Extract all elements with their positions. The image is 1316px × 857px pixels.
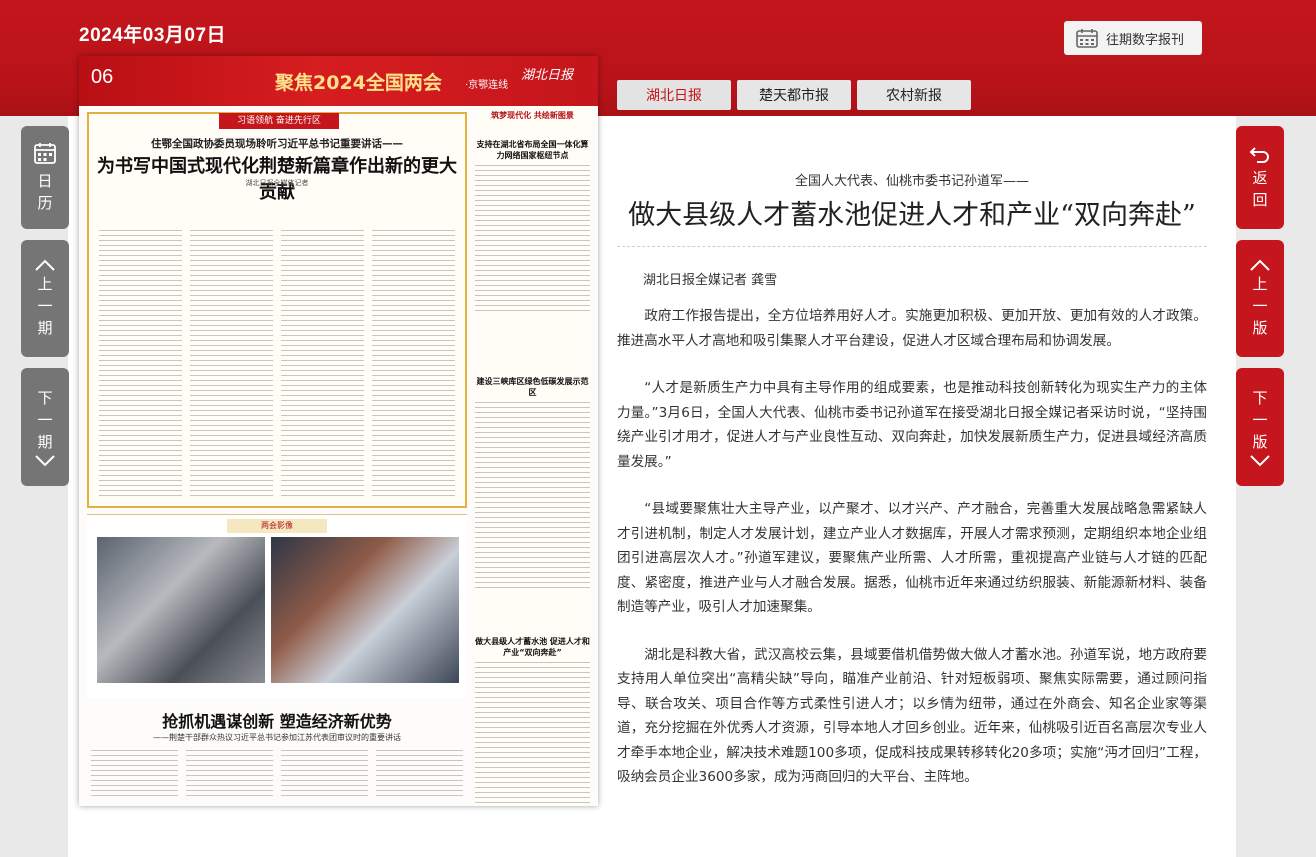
right-story[interactable]: 建设三峡库区绿色低碳发展示范区 (475, 376, 590, 592)
back-label: 返回 (1252, 168, 1268, 209)
right-story-current[interactable]: 做大县级人才蓄水池 促进人才和产业“双向奔赴” (475, 636, 590, 806)
issue-date: 2024年03月07日 (79, 25, 227, 46)
chevron-down-icon (35, 455, 55, 467)
text-column (281, 750, 368, 800)
second-story-columns (87, 750, 467, 800)
calendar-label: 日历 (37, 171, 53, 212)
article-paragraph: 湖北是科教大省，武汉高校云集，县域要借机借势做大做人才蓄水池。孙道军说，地方政府… (617, 646, 1207, 786)
text-column (91, 750, 178, 800)
right-story-title: 支持在湖北省布局全国一体化算力网络国家枢纽节点 (476, 140, 589, 160)
text-block (475, 402, 590, 592)
article-kicker: 全国人大代表、仙桃市委书记孙道军—— (794, 174, 1029, 189)
calendar-icon (1076, 29, 1098, 48)
article-title: 做大县级人才蓄水池促进人才和产业“双向奔赴” (628, 200, 1196, 231)
newspaper-page[interactable]: 06 聚焦2024全国两会 ·京鄂连线 湖北日报 习语领航 奋进先行区 住鄂全国… (79, 56, 598, 806)
main-story-kicker: 住鄂全国政协委员现场聆听习近平总书记重要讲话—— (151, 138, 403, 150)
next-page-label: 下一版 (1252, 389, 1268, 451)
right-story-title: 建设三峡库区绿色低碳发展示范区 (476, 377, 589, 397)
newspaper-header: 06 聚焦2024全国两会 ·京鄂连线 湖北日报 (79, 56, 598, 106)
chevron-up-icon (1250, 259, 1270, 271)
chevron-down-icon (1250, 455, 1270, 467)
text-column (190, 230, 273, 498)
next-issue-button[interactable]: 下一期 (21, 368, 69, 486)
main-ribbon: 习语领航 奋进先行区 (219, 113, 339, 129)
archive-label: 往期数字报刊 (1106, 32, 1185, 48)
prev-issue-label: 上一期 (37, 274, 53, 337)
tab-rural-news[interactable]: 农村新报 (857, 80, 971, 110)
page-number: 06 (91, 66, 114, 88)
page-banner: 聚焦2024全国两会 (275, 72, 442, 94)
news-photo (97, 537, 265, 683)
next-page-button[interactable]: 下一版 (1236, 368, 1284, 486)
prev-issue-button[interactable]: 上一期 (21, 240, 69, 357)
back-button[interactable]: 返回 (1236, 126, 1284, 229)
calendar-button[interactable]: 日历 (21, 126, 69, 229)
article-paragraph: “人才是新质生产力中具有主导作用的组成要素，也是推动科技创新转化为现实生产力的主… (617, 380, 1207, 470)
news-photo (271, 537, 459, 683)
page-banner-sub: ·京鄂连线 (465, 80, 509, 91)
text-block (475, 165, 590, 315)
tab-chutian-metro[interactable]: 楚天都市报 (737, 80, 851, 110)
article-byline: 湖北日报全媒记者 龚雪 (643, 273, 778, 288)
next-issue-label: 下一期 (37, 389, 53, 451)
right-story-title: 做大县级人才蓄水池 促进人才和产业“双向奔赴” (475, 637, 590, 657)
text-column (186, 750, 273, 800)
prev-page-label: 上一版 (1252, 274, 1268, 337)
paper-tabs: 湖北日报 楚天都市报 农村新报 (617, 80, 971, 110)
text-column (281, 230, 364, 498)
text-block (475, 662, 590, 806)
article-paragraph: “县域要聚焦壮大主导产业，以产聚才、以才兴产、产才融合，完善重大发展战略急需紧缺… (617, 501, 1207, 615)
second-story-title: 抢抓机遇谋创新 塑造经济新优势 (162, 712, 392, 731)
right-story-head: 筑梦现代化 共绘新图景 (491, 111, 574, 120)
main-story-credit: 湖北日报全媒体记者 (245, 179, 309, 187)
photo-section-label: 两会影像 (227, 519, 327, 533)
prev-page-button[interactable]: 上一版 (1236, 240, 1284, 357)
text-column (372, 230, 455, 498)
article-paragraph: 政府工作报告提出，全方位培养用好人才。实施更加积极、更加开放、更加有效的人才政策… (617, 308, 1207, 349)
main-story-area[interactable]: 习语领航 奋进先行区 住鄂全国政协委员现场聆听习近平总书记重要讲话—— 为书写中… (87, 112, 467, 508)
tab-hubei-daily[interactable]: 湖北日报 (617, 80, 731, 110)
text-column (376, 750, 463, 800)
photo-section[interactable]: 两会影像 (87, 514, 467, 698)
archive-button[interactable]: 往期数字报刊 (1064, 21, 1202, 55)
calendar-icon (34, 142, 56, 164)
article: 全国人大代表、仙桃市委书记孙道军—— 做大县级人才蓄水池促进人才和产业“双向奔赴… (617, 170, 1207, 813)
main-story-columns (99, 230, 455, 498)
right-column-stories[interactable]: 筑梦现代化 共绘新图景 支持在湖北省布局全国一体化算力网络国家枢纽节点 建设三峡… (475, 106, 590, 806)
return-arrow-icon (1249, 146, 1269, 163)
right-story[interactable]: 筑梦现代化 共绘新图景 支持在湖北省布局全国一体化算力网络国家枢纽节点 (475, 110, 590, 315)
newspaper-logo: 湖北日报 (521, 68, 574, 83)
text-column (99, 230, 182, 498)
second-story-subtitle: ——荆楚干部群众热议习近平总书记参加江苏代表团审议时的重要讲话 (153, 733, 401, 742)
chevron-up-icon (35, 259, 55, 271)
title-divider (617, 246, 1207, 247)
